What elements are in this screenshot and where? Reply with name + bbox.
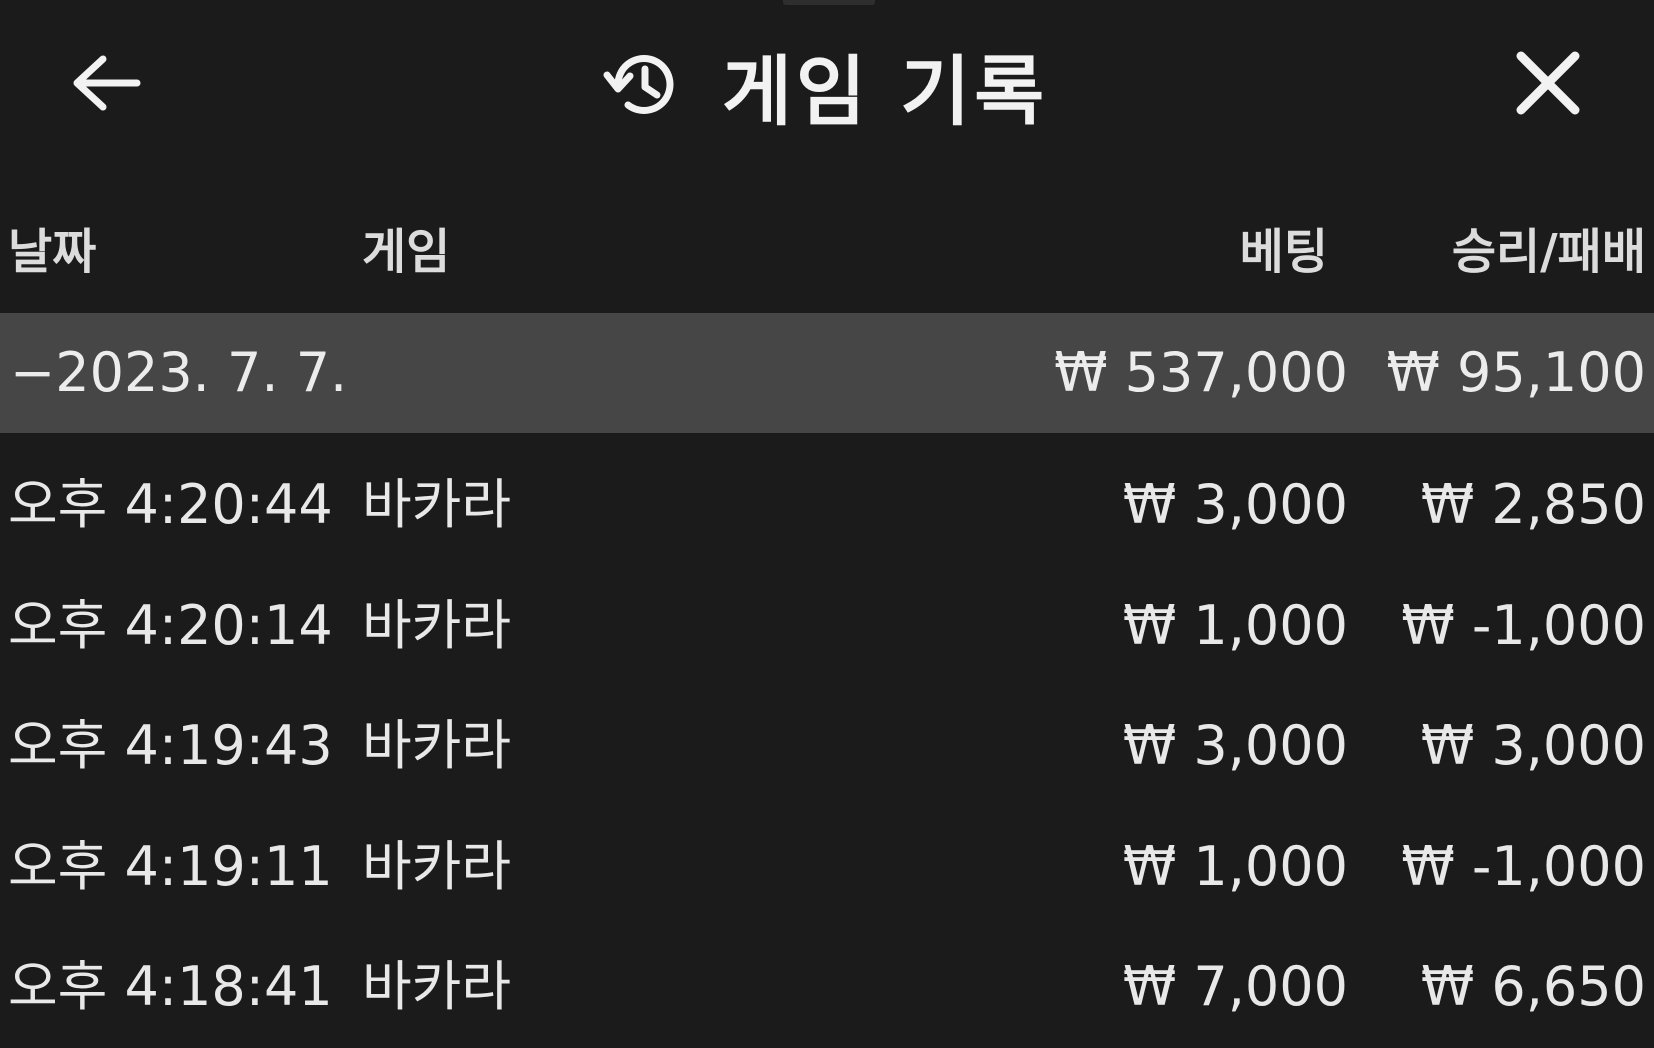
row-game: 바카라 xyxy=(362,834,512,898)
header-title-group: 게임 기록 xyxy=(600,30,1160,140)
row-bet: ₩ 1,000 xyxy=(1122,593,1348,657)
row-game: 바카라 xyxy=(362,593,512,657)
history-row[interactable]: 오후 4:19:11 바카라 ₩ 1,000 ₩ -1,000 xyxy=(0,807,1654,928)
row-result: ₩ 2,850 xyxy=(1420,473,1646,536)
row-game: 바카라 xyxy=(362,714,512,777)
header: 게임 기록 xyxy=(0,0,1654,165)
close-button[interactable] xyxy=(1505,40,1591,126)
row-time: 오후 4:19:43 xyxy=(8,714,333,777)
page-title: 게임 기록 xyxy=(722,47,1049,136)
game-history-list: 오후 4:20:44 바카라 ₩ 3,000 ₩ 2,850 오후 4:20:1… xyxy=(0,445,1654,1048)
row-result: ₩ -1,000 xyxy=(1401,834,1646,898)
back-button[interactable] xyxy=(62,46,148,120)
column-header-bet[interactable]: 베팅 xyxy=(1240,222,1328,282)
date-summary-row[interactable]: −2023. 7. 7. ₩ 537,000 ₩ 95,100 xyxy=(0,313,1654,433)
history-row[interactable]: 오후 4:20:14 바카라 ₩ 1,000 ₩ -1,000 xyxy=(0,566,1654,687)
row-time: 오후 4:19:11 xyxy=(8,834,333,898)
column-header-result[interactable]: 승리/패배 xyxy=(1452,222,1646,282)
summary-date: −2023. 7. 7. xyxy=(10,341,348,404)
row-result: ₩ -1,000 xyxy=(1401,593,1646,657)
history-row[interactable]: 오후 4:20:44 바카라 ₩ 3,000 ₩ 2,850 xyxy=(0,445,1654,566)
row-game: 바카라 xyxy=(362,473,512,536)
row-result: ₩ 3,000 xyxy=(1420,714,1646,777)
history-icon xyxy=(600,43,684,127)
arrow-left-icon xyxy=(73,55,141,111)
history-row[interactable]: 오후 4:19:43 바카라 ₩ 3,000 ₩ 3,000 xyxy=(0,686,1654,807)
summary-bet-total: ₩ 537,000 xyxy=(1054,341,1348,404)
summary-result-total: ₩ 95,100 xyxy=(1386,341,1646,404)
row-bet: ₩ 3,000 xyxy=(1122,473,1348,536)
history-row[interactable]: 오후 4:18:41 바카라 ₩ 7,000 ₩ 6,650 xyxy=(0,927,1654,1048)
row-time: 오후 4:20:44 xyxy=(8,473,333,536)
row-time: 오후 4:18:41 xyxy=(8,955,333,1018)
column-header-game[interactable]: 게임 xyxy=(362,222,450,282)
row-bet: ₩ 1,000 xyxy=(1122,834,1348,898)
close-icon xyxy=(1516,51,1580,115)
row-time: 오후 4:20:14 xyxy=(8,593,333,657)
row-bet: ₩ 3,000 xyxy=(1122,714,1348,777)
row-result: ₩ 6,650 xyxy=(1420,955,1646,1018)
column-header-date[interactable]: 날짜 xyxy=(8,222,96,282)
row-bet: ₩ 7,000 xyxy=(1122,955,1348,1018)
row-game: 바카라 xyxy=(362,955,512,1018)
